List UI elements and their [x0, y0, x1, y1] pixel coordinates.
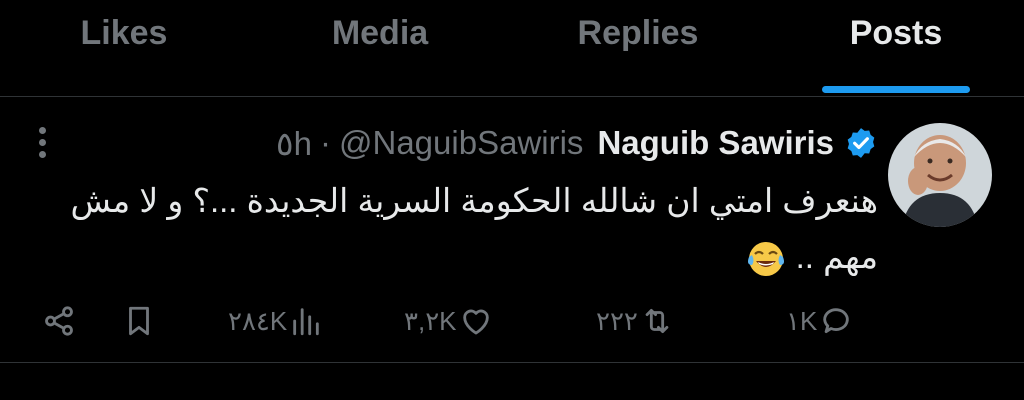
- user-name[interactable]: Naguib Sawiris: [597, 124, 834, 162]
- likes-count: ٣,٢K: [404, 305, 457, 336]
- views-count: ٢٨٤K: [228, 305, 288, 336]
- reply-button[interactable]: ١K: [786, 297, 853, 345]
- tweet-text-line-2: مهم ..: [38, 229, 878, 285]
- bookmark-icon: [129, 306, 149, 336]
- repost-button[interactable]: ٢٢٢: [596, 297, 674, 345]
- heart-icon: [462, 309, 489, 335]
- header-separator: ·: [320, 124, 331, 161]
- more-options-icon[interactable]: [34, 127, 50, 167]
- tab-media[interactable]: Media: [300, 14, 460, 64]
- repost-icon: [645, 308, 669, 334]
- replies-count: ١K: [786, 305, 818, 336]
- active-tab-indicator: [822, 86, 970, 93]
- like-button[interactable]: ٣,٢K: [404, 297, 493, 345]
- tweet-actions: ٢٨٤K ٣,٢K ٢٢٢ ١K: [0, 297, 1024, 345]
- tears-of-joy-emoji-icon: [748, 242, 785, 277]
- tweet[interactable]: ٥h · @NaguibSawiris Naguib Sawiris هنعرف…: [0, 97, 1024, 363]
- views-icon: [293, 308, 319, 336]
- tweet-header: ٥h · @NaguibSawiris Naguib Sawiris: [276, 123, 878, 163]
- views-button[interactable]: ٢٨٤K: [228, 297, 323, 345]
- tab-likes[interactable]: Likes: [44, 14, 204, 64]
- reposts-count: ٢٢٢: [596, 305, 638, 336]
- tweet-text-line-1: هنعرف امتي ان شالله الحكومة السرية الجدي…: [70, 182, 878, 219]
- reply-icon: [823, 308, 850, 334]
- tweet-time[interactable]: ٥h: [276, 124, 312, 163]
- verified-badge-icon: [847, 128, 875, 158]
- avatar[interactable]: [888, 123, 992, 227]
- share-icon: [45, 306, 73, 336]
- bookmark-button[interactable]: [122, 297, 156, 345]
- share-button[interactable]: [42, 297, 76, 345]
- tweet-text: هنعرف امتي ان شالله الحكومة السرية الجدي…: [38, 173, 878, 285]
- tab-replies[interactable]: Replies: [548, 14, 728, 64]
- tweet-text-line-2-text: مهم ..: [786, 238, 878, 275]
- profile-tabs: Likes Media Replies Posts: [0, 0, 1024, 97]
- user-handle[interactable]: @NaguibSawiris: [339, 124, 583, 162]
- tab-posts[interactable]: Posts: [822, 14, 970, 64]
